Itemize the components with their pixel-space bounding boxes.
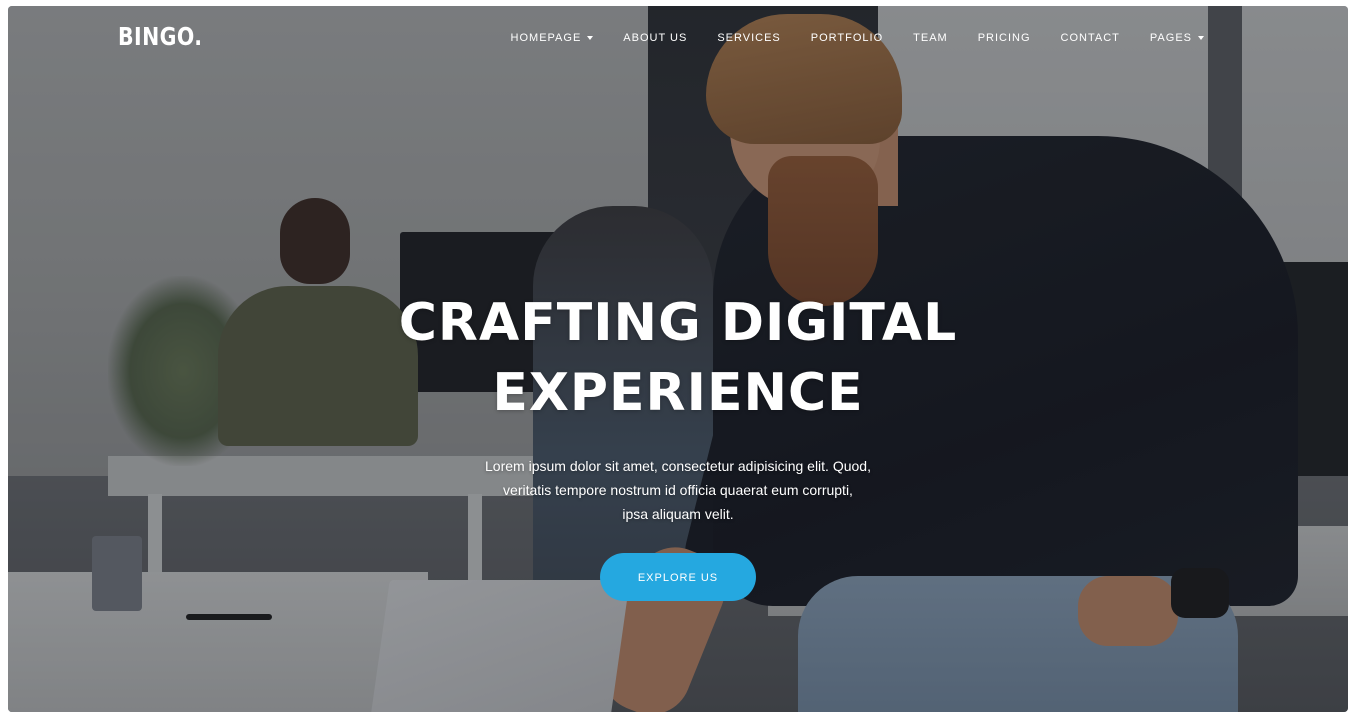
nav-item-label: PORTFOLIO (810, 32, 884, 44)
hero-description-line: veritatis tempore nostrum id officia qua… (503, 482, 853, 498)
hero-title-line: CRAFTING DIGITAL (398, 293, 958, 353)
nav-item-about-us[interactable]: ABOUT US (623, 32, 687, 44)
nav-item-label: ABOUT US (623, 32, 688, 44)
top-navbar: BINGO. HOMEPAGE ABOUT US SERVICES PORTFO… (8, 6, 1348, 76)
hero-description-line: Lorem ipsum dolor sit amet, consectetur … (485, 458, 871, 474)
brand-logo[interactable]: BINGO. (118, 22, 202, 51)
nav-item-label: PRICING (977, 32, 1031, 44)
chevron-down-icon (1198, 36, 1204, 40)
nav-item-label: SERVICES (717, 32, 781, 44)
nav-item-homepage[interactable]: HOMEPAGE (511, 32, 594, 44)
main-menu: HOMEPAGE ABOUT US SERVICES PORTFOLIO TEA… (481, 32, 1204, 44)
nav-item-pages[interactable]: PAGES (1150, 32, 1204, 44)
hero-section: CRAFTING DIGITAL EXPERIENCE Lorem ipsum … (8, 288, 1348, 601)
nav-item-label: HOMEPAGE (510, 32, 582, 44)
hero-description: Lorem ipsum dolor sit amet, consectetur … (443, 454, 913, 526)
chevron-down-icon (587, 36, 594, 40)
nav-item-label: TEAM (913, 32, 948, 44)
nav-item-portfolio[interactable]: PORTFOLIO (811, 32, 883, 44)
hero-title: CRAFTING DIGITAL EXPERIENCE (8, 288, 1348, 428)
nav-item-pricing[interactable]: PRICING (978, 32, 1031, 44)
explore-us-button[interactable]: EXPLORE US (600, 553, 756, 601)
nav-item-label: CONTACT (1060, 32, 1120, 44)
landing-page: BINGO. HOMEPAGE ABOUT US SERVICES PORTFO… (8, 6, 1348, 712)
nav-item-services[interactable]: SERVICES (717, 32, 780, 44)
hero-description-line: ipsa aliquam velit. (622, 506, 734, 522)
hero-title-line: EXPERIENCE (492, 363, 864, 423)
nav-item-team[interactable]: TEAM (913, 32, 948, 44)
nav-item-contact[interactable]: CONTACT (1061, 32, 1120, 44)
nav-item-label: PAGES (1149, 32, 1192, 44)
